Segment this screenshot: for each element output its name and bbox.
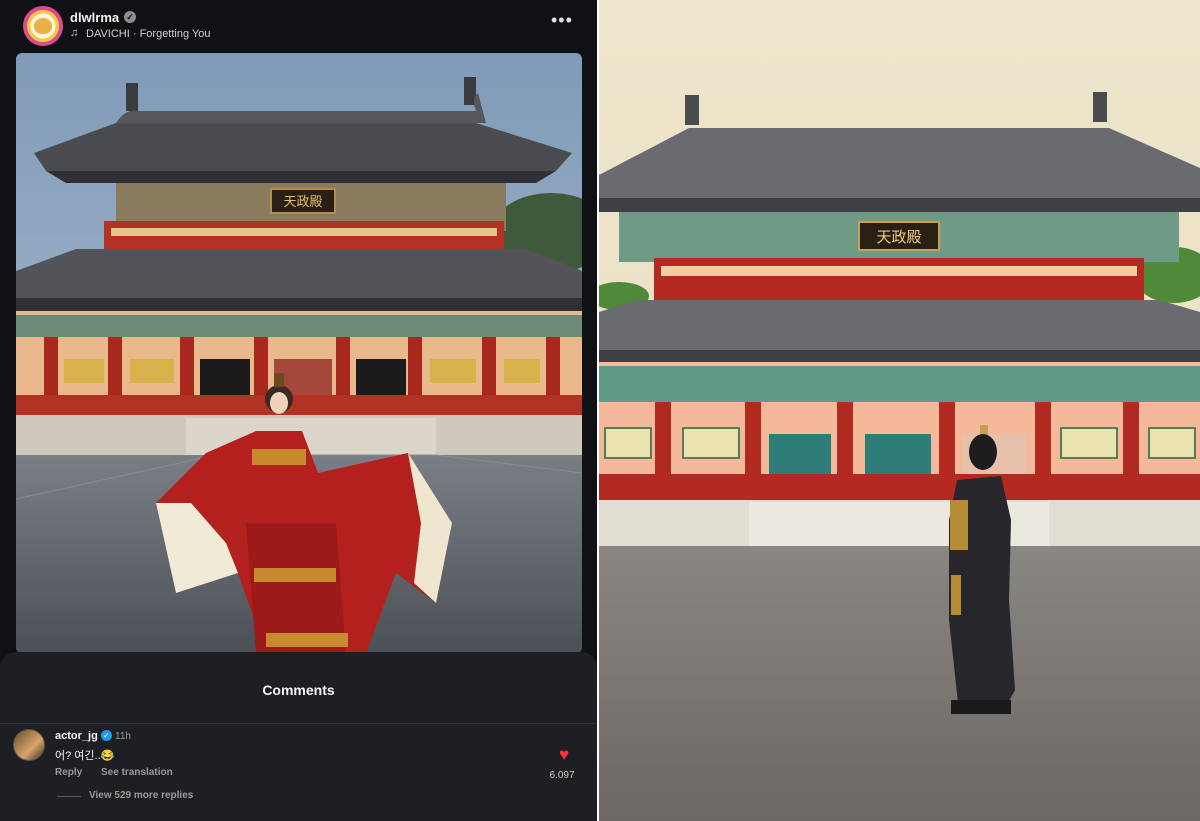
commenter-avatar[interactable] xyxy=(13,729,45,761)
reply-button[interactable]: Reply xyxy=(55,767,82,778)
comment-timestamp: 11h xyxy=(115,731,131,742)
palace-photo-left: 天政殿 xyxy=(16,53,582,653)
music-note-icon: ♫ xyxy=(70,27,79,39)
more-options-icon[interactable]: ••• xyxy=(551,11,573,29)
replies-divider-line xyxy=(57,796,81,797)
profile-avatar[interactable] xyxy=(23,6,63,46)
comments-sheet: Comments actor_jg ✓ 11h 어? 여긴..😂 Reply S… xyxy=(0,652,597,821)
post-photo[interactable]: 天政殿 xyxy=(16,53,582,653)
comments-title: Comments xyxy=(262,682,335,698)
see-translation-button[interactable]: See translation xyxy=(101,767,173,778)
like-count: 6.097 xyxy=(549,770,575,781)
verified-badge-icon: ✓ xyxy=(124,11,136,23)
drama-still-panel: 天政殿 xyxy=(599,0,1200,821)
palace-photo-right: 天政殿 xyxy=(599,0,1200,821)
view-replies-button[interactable]: View 529 more replies xyxy=(89,790,193,801)
instagram-post-panel: dlwlrma ✓ ♫ DAVICHI · Forgetting You ••• xyxy=(0,0,597,821)
song-attribution[interactable]: DAVICHI · Forgetting You xyxy=(86,28,211,40)
post-header: dlwlrma ✓ ♫ DAVICHI · Forgetting You ••• xyxy=(0,0,597,52)
heart-icon[interactable]: ♥ xyxy=(559,745,569,765)
avatar-face xyxy=(34,18,52,34)
post-username[interactable]: dlwlrma xyxy=(70,10,119,25)
comment-text: 어? 여긴..😂 xyxy=(55,750,115,762)
plaque-right-text: 天政殿 xyxy=(876,228,921,246)
plaque-left-text: 天政殿 xyxy=(283,195,322,210)
verified-badge-icon: ✓ xyxy=(101,730,112,741)
sheet-divider xyxy=(0,723,597,724)
commenter-username[interactable]: actor_jg xyxy=(55,730,98,742)
